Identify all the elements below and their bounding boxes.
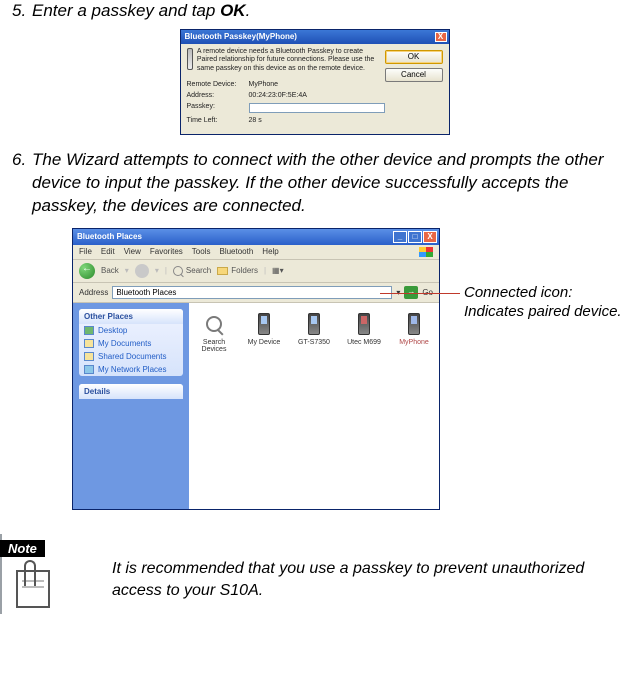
toolbar: Back ▾ ▾ | Search Folders | ▦▾ <box>73 260 439 283</box>
minimize-button[interactable]: _ <box>393 231 407 243</box>
documents-icon <box>84 339 94 348</box>
dialog-message: A remote device needs a Bluetooth Passke… <box>197 48 385 73</box>
details-panel: Details <box>79 384 183 399</box>
note-block: Note It is recommended that you use a pa… <box>0 534 617 614</box>
sidebar-item-network[interactable]: My Network Places <box>79 363 183 376</box>
sidebar-item-desktop[interactable]: Desktop <box>79 324 183 337</box>
menu-file[interactable]: File <box>79 247 92 257</box>
back-button[interactable] <box>79 263 95 279</box>
bluetooth-passkey-dialog: Bluetooth Passkey(MyPhone) X A remote de… <box>180 29 450 135</box>
views-button[interactable]: ▦▾ <box>272 266 284 275</box>
passkey-input[interactable] <box>249 103 385 113</box>
step-6: 6. The Wizard attempts to connect with t… <box>0 149 629 218</box>
passkey-label: Passkey: <box>187 103 249 113</box>
bluetooth-places-window: Bluetooth Places _ □ X File Edit View Fa… <box>72 228 440 510</box>
windows-flag-icon <box>419 247 433 257</box>
shared-icon <box>84 352 94 361</box>
dialog-title: Bluetooth Passkey(MyPhone) <box>185 32 435 41</box>
search-icon <box>173 266 183 276</box>
paperclip-icon <box>14 564 52 608</box>
dialog-titlebar: Bluetooth Passkey(MyPhone) X <box>181 30 449 44</box>
search-button[interactable]: Search <box>173 266 211 276</box>
network-icon <box>84 365 94 374</box>
device-search[interactable]: Search Devices <box>195 311 233 353</box>
address-label: Address: <box>187 92 249 99</box>
other-places-title: Other Places <box>79 309 183 324</box>
close-icon[interactable]: X <box>435 32 447 42</box>
menu-view[interactable]: View <box>124 247 141 257</box>
menu-bar: File Edit View Favorites Tools Bluetooth… <box>73 245 439 260</box>
details-title: Details <box>79 384 183 399</box>
window-title: Bluetooth Places <box>77 232 393 241</box>
timeleft-value: 28 s <box>249 117 385 124</box>
step-5-text: Enter a passkey and tap OK. <box>32 0 617 23</box>
sidebar-item-shareddocs[interactable]: Shared Documents <box>79 350 183 363</box>
menu-tools[interactable]: Tools <box>192 247 211 257</box>
folder-icon <box>217 267 228 275</box>
cancel-button[interactable]: Cancel <box>385 68 443 82</box>
callout-line <box>380 293 460 294</box>
folders-button[interactable]: Folders <box>217 266 258 275</box>
remote-device-value: MyPhone <box>249 81 385 88</box>
device-myphone[interactable]: MyPhone <box>395 311 433 346</box>
phone-icon <box>358 313 370 335</box>
device-gt-s7350[interactable]: GT-S7350 <box>295 311 333 346</box>
window-titlebar: Bluetooth Places _ □ X <box>73 229 439 245</box>
step-6-number: 6. <box>12 149 32 218</box>
close-button[interactable]: X <box>423 231 437 243</box>
connected-phone-icon <box>408 313 420 335</box>
phone-icon <box>308 313 320 335</box>
menu-bluetooth[interactable]: Bluetooth <box>219 247 253 257</box>
sidebar-item-mydocs[interactable]: My Documents <box>79 337 183 350</box>
step-6-text: The Wizard attempts to connect with the … <box>32 149 617 218</box>
back-label: Back <box>101 266 119 275</box>
maximize-button[interactable]: □ <box>408 231 422 243</box>
timeleft-label: Time Left: <box>187 117 249 124</box>
other-places-panel: Other Places Desktop My Documents Shared… <box>79 309 183 376</box>
note-badge: Note <box>0 540 45 557</box>
remote-device-label: Remote Device: <box>187 81 249 88</box>
content-area: Search Devices My Device GT-S7350 Utec M… <box>189 303 439 509</box>
note-text: It is recommended that you use a passkey… <box>112 540 617 608</box>
device-utec-m699[interactable]: Utec M699 <box>345 311 383 346</box>
address-value: 00:24:23:0F:5E:4A <box>249 92 385 99</box>
address-input[interactable] <box>112 286 392 299</box>
menu-favorites[interactable]: Favorites <box>150 247 183 257</box>
search-devices-icon <box>206 316 222 332</box>
ok-button[interactable]: OK <box>385 50 443 64</box>
menu-help[interactable]: Help <box>262 247 278 257</box>
address-label: Address <box>79 288 108 297</box>
device-mydevice[interactable]: My Device <box>245 311 283 346</box>
side-panel: Other Places Desktop My Documents Shared… <box>73 303 189 509</box>
phone-icon <box>187 48 193 70</box>
step-5-number: 5. <box>12 0 32 23</box>
desktop-icon <box>84 326 94 335</box>
step-5: 5. Enter a passkey and tap OK. <box>0 0 629 23</box>
forward-button[interactable] <box>135 264 149 278</box>
phone-icon <box>258 313 270 335</box>
menu-edit[interactable]: Edit <box>101 247 115 257</box>
callout-text: Connected icon: Indicates paired device. <box>464 283 624 322</box>
